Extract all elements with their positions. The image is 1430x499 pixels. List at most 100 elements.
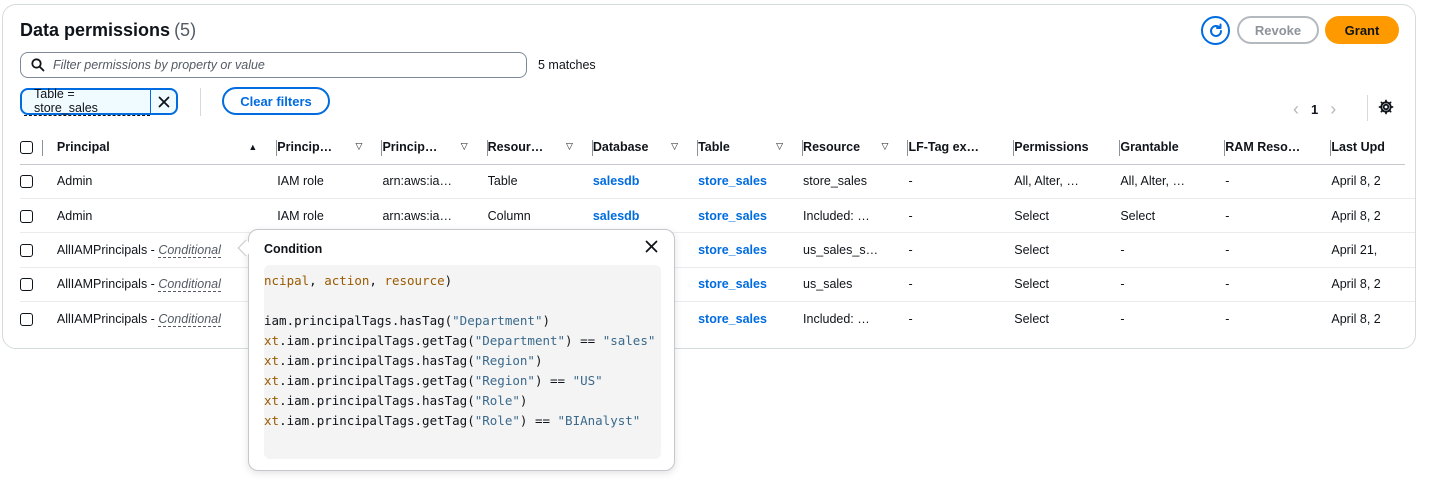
filter-token: Table = store_sales bbox=[20, 87, 178, 116]
lf-tag-cell: - bbox=[908, 232, 1015, 268]
select-all-checkbox[interactable] bbox=[20, 140, 33, 154]
overflow-cell bbox=[1405, 232, 1415, 268]
filter-input[interactable]: Filter permissions by property or value bbox=[20, 52, 527, 78]
overflow-cell bbox=[1405, 198, 1415, 234]
principal-name: Admin bbox=[56, 174, 93, 189]
column-header-table[interactable]: Table ▽ bbox=[698, 130, 804, 165]
pagination: ‹ 1 › bbox=[1293, 99, 1336, 120]
row-select-cell bbox=[20, 302, 57, 336]
sort-icon: ▽ bbox=[460, 141, 468, 152]
lf-tag-cell: - bbox=[908, 164, 1015, 199]
permissions-cell: Select bbox=[1014, 267, 1121, 303]
column-header-permissions[interactable]: Permissions bbox=[1014, 130, 1121, 165]
code-line: xt.iam.principalTags.hasTag("Region") bbox=[264, 353, 543, 368]
page-title: Data permissions (5) bbox=[20, 20, 197, 40]
database-cell[interactable]: salesdb bbox=[592, 164, 699, 199]
refresh-icon bbox=[1209, 23, 1222, 37]
grantable-cell: - bbox=[1120, 312, 1125, 326]
ram-cell: - bbox=[1225, 312, 1230, 326]
column-header-ram-resource[interactable]: RAM Reso… bbox=[1225, 130, 1332, 165]
last-updated-cell: April 8, 2 bbox=[1331, 164, 1405, 199]
table-cell[interactable]: store_sales bbox=[698, 232, 804, 268]
grant-button[interactable]: Grant bbox=[1325, 16, 1399, 44]
matches-count: 5 matches bbox=[538, 58, 596, 72]
pager-divider bbox=[1367, 95, 1368, 121]
resource-type-cell: Column bbox=[487, 198, 593, 234]
code-line: xt.iam.principalTags.getTag("Department"… bbox=[264, 333, 656, 348]
popover-close-button[interactable] bbox=[645, 240, 658, 256]
resource-cell: us_sales bbox=[803, 267, 909, 303]
popover-title: Condition bbox=[264, 242, 323, 256]
current-page[interactable]: 1 bbox=[1311, 102, 1318, 117]
table-row[interactable]: AllIAMPrincipals - Conditional store_sale… bbox=[20, 302, 1415, 336]
column-header-principal-type[interactable]: Princip… ▽ bbox=[277, 130, 383, 165]
grantable-cell: Select bbox=[1120, 198, 1226, 234]
permissions-table: Principal ▲ Princip… ▽ Princip… ▽ Resour… ▽ … bbox=[20, 130, 1415, 336]
table-cell[interactable]: store_sales bbox=[698, 267, 804, 303]
row-checkbox[interactable] bbox=[20, 244, 33, 258]
table-cell[interactable]: store_sales bbox=[698, 302, 803, 336]
table-row[interactable]: Admin IAM role arn:aws:ia… Column salesdb sto… bbox=[20, 198, 1415, 234]
column-header-principal[interactable]: Principal ▲ bbox=[56, 130, 278, 165]
column-header-resource-type[interactable]: Resour… ▽ bbox=[487, 130, 593, 165]
select-all-cell bbox=[20, 130, 57, 165]
row-checkbox[interactable] bbox=[20, 313, 33, 327]
sort-icon: ▽ bbox=[881, 141, 889, 152]
table-row[interactable]: Admin IAM role arn:aws:ia… Table salesdb stor… bbox=[20, 164, 1415, 199]
principal-cell: Admin bbox=[56, 164, 278, 199]
ram-cell: - bbox=[1225, 232, 1332, 268]
conditional-link[interactable]: Conditional bbox=[158, 277, 221, 293]
database-cell[interactable]: salesdb bbox=[592, 198, 699, 234]
column-header-database[interactable]: Database ▽ bbox=[592, 130, 699, 165]
ram-cell: - bbox=[1225, 267, 1332, 303]
principal-type-cell: IAM role bbox=[277, 198, 383, 234]
overflow-cell bbox=[1405, 164, 1415, 199]
column-header-resource[interactable]: Resource ▽ bbox=[803, 130, 909, 165]
row-select-cell bbox=[20, 267, 57, 303]
principal-cell: AllIAMPrincipals - Conditional bbox=[57, 302, 277, 336]
close-icon bbox=[645, 240, 658, 253]
close-icon bbox=[158, 96, 170, 107]
column-header-lf-tag[interactable]: LF-Tag ex… bbox=[908, 130, 1015, 165]
condition-code-block: ncipal, action, resource) iam.principalTa… bbox=[264, 265, 661, 459]
ram-cell: - bbox=[1225, 198, 1332, 234]
settings-button[interactable] bbox=[1378, 99, 1394, 118]
code-line: iam.principalTags.hasTag("Department") bbox=[264, 313, 550, 328]
next-page-icon[interactable]: › bbox=[1330, 99, 1336, 120]
row-checkbox[interactable] bbox=[20, 278, 33, 292]
last-updated-cell: April 8, 2 bbox=[1331, 198, 1405, 234]
lf-tag-cell: - bbox=[908, 267, 1015, 303]
principal-name: AllIAMPrincipals - bbox=[56, 242, 159, 257]
filter-divider bbox=[200, 88, 201, 116]
permissions-cell: Select bbox=[1014, 312, 1050, 326]
column-header-principal-arn[interactable]: Princip… ▽ bbox=[382, 130, 488, 165]
remove-token-button[interactable] bbox=[150, 90, 176, 113]
permissions-cell: Select bbox=[1014, 198, 1121, 234]
row-checkbox[interactable] bbox=[20, 209, 33, 223]
table-cell[interactable]: store_sales bbox=[698, 164, 804, 199]
principal-type-cell: IAM role bbox=[277, 164, 383, 199]
row-select-cell bbox=[20, 164, 57, 199]
table-row[interactable]: AllIAMPrincipals - Conditional store_sale… bbox=[20, 232, 1415, 268]
column-header-grantable[interactable]: Grantable bbox=[1120, 130, 1226, 165]
table-cell[interactable]: store_sales bbox=[698, 198, 804, 234]
revoke-button[interactable]: Revoke bbox=[1237, 16, 1319, 44]
column-header-last-updated[interactable]: Last Upd bbox=[1331, 130, 1405, 165]
lf-tag-cell: - bbox=[908, 312, 913, 326]
row-checkbox[interactable] bbox=[20, 175, 33, 189]
grantable-cell: - bbox=[1120, 232, 1226, 268]
filter-placeholder: Filter permissions by property or value bbox=[53, 58, 265, 72]
resource-cell: Included: … bbox=[803, 198, 909, 234]
previous-page-icon[interactable]: ‹ bbox=[1293, 99, 1299, 120]
last-updated-cell: April 8, 2 bbox=[1331, 267, 1405, 303]
gear-icon bbox=[1378, 99, 1394, 115]
row-select-cell bbox=[20, 198, 57, 234]
refresh-button[interactable] bbox=[1201, 16, 1230, 45]
principal-arn-cell: arn:aws:ia… bbox=[382, 164, 488, 199]
resource-cell: us_sales_s… bbox=[803, 232, 909, 268]
clear-filters-button[interactable]: Clear filters bbox=[222, 87, 330, 115]
principal-name: AllIAMPrincipals - bbox=[56, 277, 159, 292]
conditional-link[interactable]: Conditional bbox=[158, 312, 221, 327]
table-row[interactable]: AllIAMPrincipals - Conditional store_sale… bbox=[20, 267, 1415, 303]
conditional-link[interactable]: Conditional bbox=[158, 242, 221, 258]
